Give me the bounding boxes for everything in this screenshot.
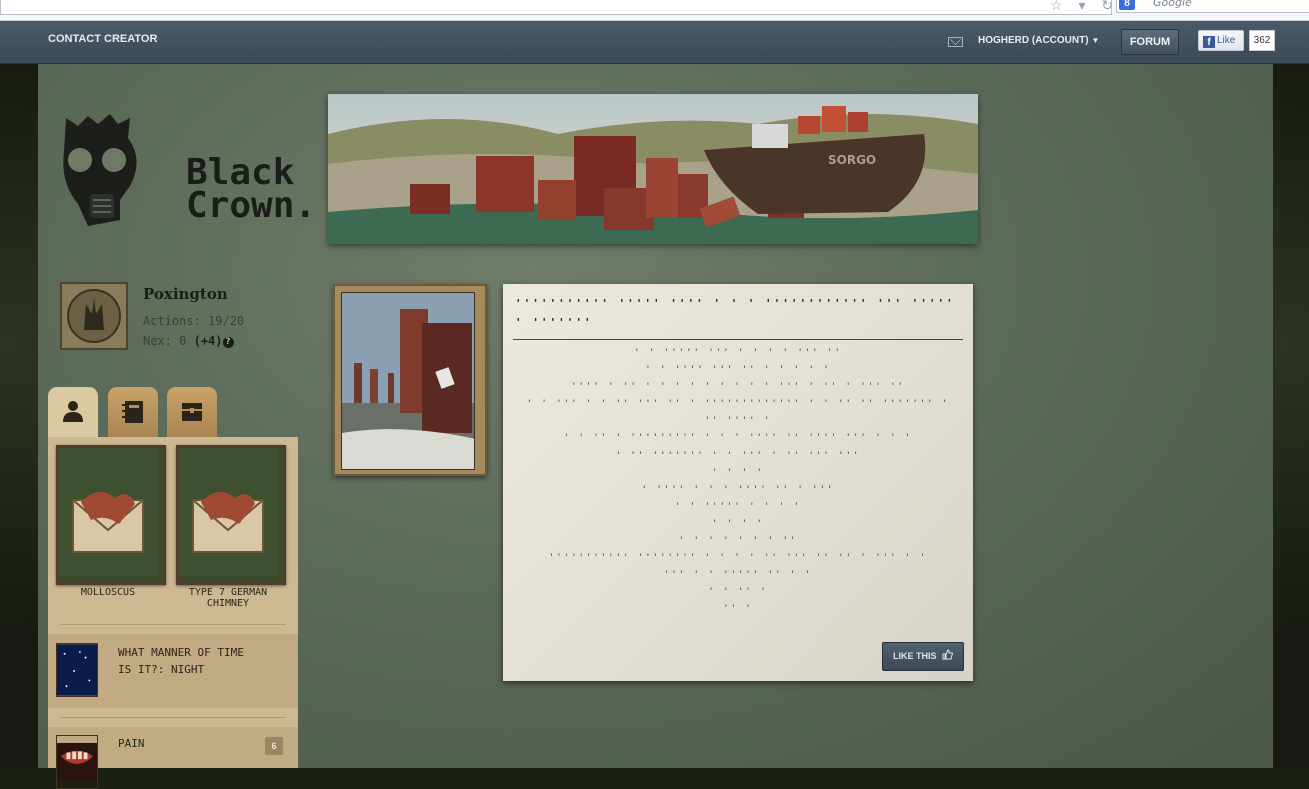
body-line: ' ' '''' ''' '' ' ' ' ' ' xyxy=(645,365,831,376)
facebook-icon: f xyxy=(1203,36,1215,48)
quality-time[interactable]: WHAT MANNER OF TIME IS IT?: NIGHT xyxy=(48,634,298,708)
nex-counter: Nex: 0 (+4)? xyxy=(143,334,234,348)
search-placeholder: Google xyxy=(1153,0,1192,9)
body-line: ' '' ''''''' ' ' ''' ' '' ''' ''' xyxy=(615,450,861,461)
thumbs-up-icon xyxy=(942,649,954,660)
left-background-texture xyxy=(0,64,38,768)
black-crown-logo[interactable]: Black Crown. xyxy=(58,108,316,233)
google-search-icon[interactable]: 8 xyxy=(1119,0,1135,10)
body-line: ''''''''''' '''''''' ' ' ' ' '' ''' '' '… xyxy=(548,553,928,564)
avatar[interactable] xyxy=(60,282,128,350)
mail-icon[interactable] xyxy=(948,37,963,47)
character-name[interactable]: Poxington xyxy=(143,285,228,303)
body-line: ' '''' ' ' ' '''' '' ' ''' xyxy=(641,484,835,495)
body-line: ' ' ' ' xyxy=(712,518,764,529)
body-line: '' '''' ' xyxy=(704,416,772,427)
nex-bonus: (+4) xyxy=(193,334,223,348)
body-line: ''' ' ' ''''' '' ' ' xyxy=(663,570,813,581)
contact-creator-link[interactable]: CONTACT CREATOR xyxy=(48,33,157,45)
facebook-like-button[interactable]: f Like xyxy=(1198,30,1244,51)
header-banner: SORGO xyxy=(328,94,978,244)
body-line: '' ' xyxy=(723,604,753,615)
sidebar-panel: MOLLOSCUS TYPE 7 GERMAN CHIMNEY WHAT MAN… xyxy=(48,437,298,789)
divider xyxy=(60,717,286,718)
chevron-down-icon: ▼ xyxy=(1091,36,1100,45)
body-line: '''' ' '' ' ' ' ' ' ' ' ' ' ''' ' '' ' '… xyxy=(571,382,905,393)
person-icon xyxy=(63,401,83,422)
body-line: ' ' ' ' ' ' ' '' xyxy=(678,536,798,547)
title-divider xyxy=(513,339,963,340)
storylet-image xyxy=(341,292,475,470)
body-line: ' ' '' ' xyxy=(708,587,768,598)
ship-name: SORGO xyxy=(828,153,876,167)
actions-counter: Actions: 19/20 xyxy=(143,314,245,328)
storylet-panel: ''''''''''' ''''' '''' ' ' ' '''''''''''… xyxy=(503,284,973,681)
notebook-icon xyxy=(122,401,143,423)
card-type-7-german-chimney[interactable] xyxy=(176,445,286,585)
divider xyxy=(60,624,286,625)
top-nav: CONTACT CREATOR HOGHERD (ACCOUNT) ▼ FORUM… xyxy=(0,21,1309,64)
card-label-molloscus: MOLLOSCUS xyxy=(80,587,136,598)
help-icon[interactable]: ? xyxy=(222,337,234,348)
body-line: ' ' ' ' xyxy=(712,467,764,478)
quality-pain[interactable]: PAIN 6 xyxy=(48,727,298,789)
like-this-label: LIKE THIS xyxy=(892,651,937,661)
envelope-icon xyxy=(179,448,277,576)
browser-search-box[interactable]: 8 Google xyxy=(1116,0,1309,13)
tab-inventory[interactable] xyxy=(167,387,217,437)
teeth-icon xyxy=(56,735,98,789)
body-line: ' ' ''''' ' ' ' ' xyxy=(674,501,802,512)
like-this-button[interactable]: LIKE THIS xyxy=(882,642,964,671)
card-label-type-7-german-chimney: TYPE 7 GERMAN CHIMNEY xyxy=(188,587,268,609)
forum-button[interactable]: FORUM xyxy=(1121,29,1179,55)
account-label: HOGHERD (ACCOUNT) xyxy=(978,35,1089,46)
account-menu[interactable]: HOGHERD (ACCOUNT) ▼ xyxy=(978,35,1099,46)
storylet-body: ' ' ''''' ''' ' ' ' ' ''' '' ' ' '''' ''… xyxy=(513,345,963,619)
tab-character[interactable] xyxy=(48,387,98,439)
right-background-texture xyxy=(1273,64,1309,768)
card-molloscus[interactable] xyxy=(56,445,166,585)
gas-mask-icon xyxy=(63,114,137,226)
nex-label: Nex: 0 xyxy=(143,334,187,348)
bookmark-star-icon[interactable]: ☆ ▾ ↻ xyxy=(1050,0,1119,14)
logo-line-2: Crown. xyxy=(186,185,317,226)
quality-level-badge: 6 xyxy=(265,737,283,755)
envelope-icon xyxy=(59,448,157,576)
tab-journal[interactable] xyxy=(108,387,158,437)
facebook-like-count: 362 xyxy=(1249,30,1275,51)
browser-toolbar: ☆ ▾ ↻ 8 Google xyxy=(0,0,1309,21)
body-line: ' ' '' ' ''''''''' ' ' ' '''' '' '''' ''… xyxy=(563,433,913,444)
quality-label: WHAT MANNER OF TIME IS IT?: NIGHT xyxy=(118,646,244,676)
address-bar[interactable] xyxy=(0,0,1112,15)
storylet-title: ''''''''''' ''''' '''' ' ' ' '''''''''''… xyxy=(515,297,955,329)
fb-like-label: Like xyxy=(1217,35,1236,46)
chest-icon xyxy=(182,403,202,421)
logo-text: Black Crown. xyxy=(186,155,317,226)
body-line: ' ' ''' ' ' '' ''' '' ' ''''''''''''' ' … xyxy=(526,399,950,410)
quality-label: PAIN xyxy=(118,737,145,750)
body-line: ' ' ''''' ''' ' ' ' ' ''' '' xyxy=(634,348,842,358)
storylet-image-frame xyxy=(333,284,487,476)
night-sky-icon xyxy=(56,643,98,697)
